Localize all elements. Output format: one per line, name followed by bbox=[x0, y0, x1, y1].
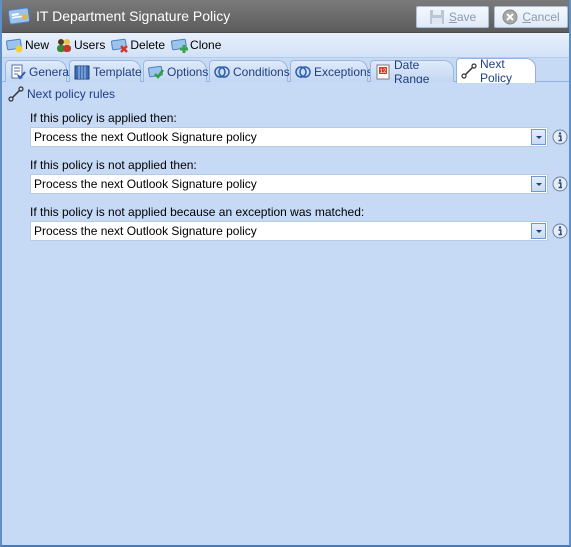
exception-rule-dropdown-button[interactable] bbox=[531, 223, 546, 239]
save-label-mnemonic: S bbox=[448, 10, 457, 24]
not-applied-rule-label: If this policy is not applied then: bbox=[30, 158, 197, 172]
cancel-button[interactable]: Cancel bbox=[494, 6, 568, 28]
new-button[interactable]: New bbox=[6, 37, 49, 53]
exception-rule-select[interactable]: Process the next Outlook Signature polic… bbox=[30, 221, 548, 241]
new-policy-icon bbox=[6, 38, 23, 53]
policy-window: IT Department Signature Policy Save Canc… bbox=[0, 0, 571, 547]
tab-conditions-label: Conditions bbox=[233, 64, 290, 79]
tab-conditions[interactable]: Conditions bbox=[209, 60, 290, 82]
delete-policy-icon bbox=[111, 38, 129, 53]
cancel-x-icon bbox=[502, 9, 518, 25]
tab-next-policy[interactable]: Next Policy bbox=[456, 57, 536, 85]
cancel-label-mnemonic: C bbox=[522, 10, 531, 24]
tab-exceptions[interactable]: Exceptions bbox=[290, 60, 373, 82]
applied-rule-value: Process the next Outlook Signature polic… bbox=[34, 130, 257, 144]
delete-button[interactable]: Delete bbox=[111, 37, 165, 53]
next-policy-icon bbox=[461, 63, 477, 79]
exception-rule-value: Process the next Outlook Signature polic… bbox=[34, 224, 257, 238]
cancel-label-rest: ancel bbox=[530, 10, 560, 24]
not-applied-rule-dropdown-button[interactable] bbox=[531, 176, 546, 192]
applied-rule-dropdown-button[interactable] bbox=[531, 129, 546, 145]
chevron-down-icon bbox=[535, 229, 542, 233]
next-policy-panel: Next policy rules If this policy is appl… bbox=[2, 83, 569, 545]
toolbar: New Users Delete Clone bbox=[2, 33, 569, 58]
next-policy-rules-icon bbox=[8, 86, 24, 102]
tab-options-label: Options bbox=[167, 64, 209, 79]
users-label: Users bbox=[74, 38, 106, 52]
tab-template-label: Template bbox=[93, 64, 142, 79]
save-label: Save bbox=[449, 10, 476, 24]
signature-card-icon bbox=[8, 7, 30, 25]
section-header: Next policy rules bbox=[8, 86, 115, 102]
not-applied-rule-select[interactable]: Process the next Outlook Signature polic… bbox=[30, 174, 548, 194]
tab-next-policy-label: Next Policy bbox=[480, 57, 513, 85]
tab-exceptions-label: Exceptions bbox=[314, 64, 373, 79]
floppy-disk-icon bbox=[429, 10, 444, 24]
chevron-down-icon bbox=[535, 182, 542, 186]
info-icon[interactable] bbox=[552, 176, 568, 192]
options-icon bbox=[148, 65, 164, 79]
save-button[interactable]: Save bbox=[416, 6, 489, 28]
delete-label: Delete bbox=[130, 38, 166, 52]
clone-button[interactable]: Clone bbox=[171, 37, 221, 53]
exceptions-icon bbox=[295, 65, 311, 78]
info-icon[interactable] bbox=[552, 223, 568, 239]
title-bar: IT Department Signature Policy Save Canc… bbox=[2, 0, 569, 33]
info-icon[interactable] bbox=[552, 129, 568, 145]
applied-rule-label: If this policy is applied then: bbox=[30, 111, 177, 125]
tab-general[interactable]: General bbox=[5, 60, 72, 82]
tab-date-range[interactable]: 12 Date Range bbox=[370, 58, 454, 86]
chevron-down-icon bbox=[535, 135, 542, 139]
not-applied-rule-value: Process the next Outlook Signature polic… bbox=[34, 177, 257, 191]
tab-template[interactable]: Template bbox=[69, 60, 142, 82]
clone-label: Clone bbox=[190, 38, 222, 52]
users-button[interactable]: Users bbox=[55, 37, 105, 53]
save-label-rest: ave bbox=[456, 10, 477, 24]
exception-rule-label: If this policy is not applied because an… bbox=[30, 205, 365, 219]
users-icon bbox=[57, 39, 72, 52]
template-icon bbox=[74, 65, 90, 79]
applied-rule-select[interactable]: Process the next Outlook Signature polic… bbox=[30, 127, 548, 147]
tab-date-range-label: Date Range bbox=[394, 57, 430, 86]
calendar-icon: 12 bbox=[376, 64, 390, 79]
tab-general-label: General bbox=[29, 64, 72, 79]
new-label: New bbox=[25, 38, 50, 52]
tab-strip: General Template Options Conditions Exce… bbox=[2, 57, 569, 86]
conditions-icon bbox=[214, 65, 230, 78]
cancel-label: Cancel bbox=[522, 10, 559, 24]
section-title: Next policy rules bbox=[27, 87, 116, 101]
svg-text:12: 12 bbox=[380, 69, 387, 75]
window-title: IT Department Signature Policy bbox=[36, 8, 231, 24]
general-icon bbox=[11, 64, 26, 80]
tab-options[interactable]: Options bbox=[143, 60, 209, 82]
clone-policy-icon bbox=[171, 38, 189, 53]
